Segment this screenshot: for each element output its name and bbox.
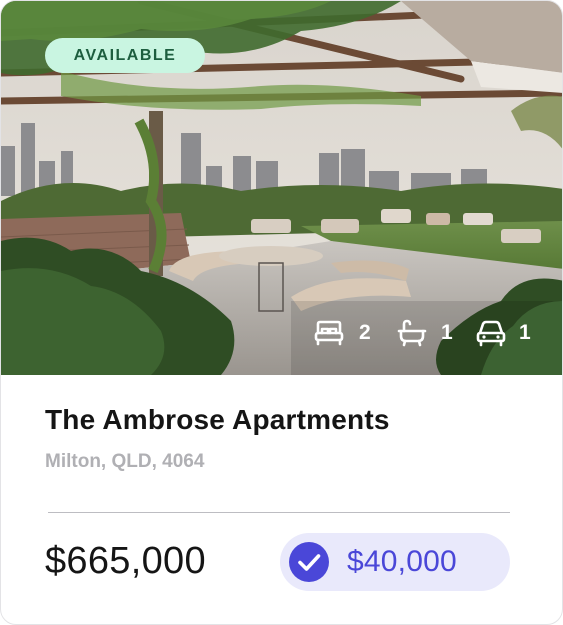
property-address: Milton, QLD, 4064 [45,451,205,472]
car-spaces-count: 1 [519,321,531,344]
bathtub-icon [397,319,427,347]
property-title[interactable]: The Ambrose Apartments [45,404,390,436]
rebate-pill[interactable]: $40,000 [280,533,510,591]
check-circle-icon [289,542,329,582]
divider [48,512,510,513]
bathrooms-count: 1 [441,321,453,344]
property-photo[interactable]: AVAILABLE 2 1 1 [1,1,562,375]
car-icon [476,320,506,347]
rebate-amount: $40,000 [347,545,457,578]
bed-icon [314,320,344,346]
status-badge: AVAILABLE [45,38,205,73]
property-features: 2 1 1 [1,316,562,350]
property-card[interactable]: AVAILABLE 2 1 1 The Ambrose Apartments M… [0,0,563,625]
property-price: $665,000 [45,540,206,582]
bedrooms-count: 2 [359,321,371,344]
